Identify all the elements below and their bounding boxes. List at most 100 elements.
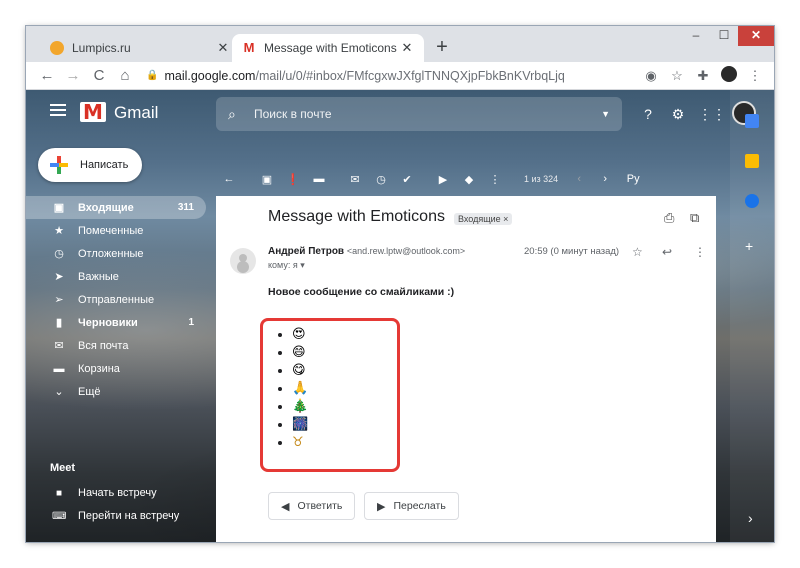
snooze-icon[interactable]: ◷: [368, 173, 394, 186]
back-to-inbox-icon[interactable]: ←: [216, 173, 242, 185]
close-window-button[interactable]: ✕: [738, 26, 774, 46]
tab-gmail-message[interactable]: M Message with Emoticons - and.re ✕: [232, 34, 424, 62]
forward-label: Переслать: [393, 500, 446, 512]
sidebar-item-label: Вся почта: [78, 339, 129, 352]
minimize-button[interactable]: –: [682, 26, 710, 46]
message-pane: Message with Emoticons Входящие × ⎙ ⧉ Ан…: [216, 196, 716, 542]
emoji: 😋: [292, 363, 306, 378]
star-message-icon[interactable]: ☆: [632, 245, 643, 259]
meet-join-meeting[interactable]: ⌨ Перейти на встречу: [52, 505, 179, 527]
tab-close-icon[interactable]: ✕: [216, 40, 230, 56]
reply-label: Ответить: [297, 500, 343, 512]
meet-start-meeting[interactable]: ■ Начать встречу: [52, 482, 157, 504]
tasks-icon[interactable]: [745, 194, 759, 208]
browser-toolbar: ← → C ⌂ 🔒 mail.google.com/mail/u/0/#inbo…: [26, 62, 774, 90]
recipient-details[interactable]: кому: я ▾: [268, 260, 305, 271]
sidebar-item-label: Черновики: [78, 316, 138, 329]
tab-lumpics[interactable]: Lumpics.ru ✕: [40, 34, 240, 62]
eye-icon[interactable]: ◉: [638, 68, 664, 84]
browser-menu-icon[interactable]: ⋮: [742, 68, 768, 84]
sidebar-item-label: Ещё: [78, 385, 101, 398]
sender-email: <and.rew.lptw@outlook.com>: [346, 246, 466, 256]
archive-icon[interactable]: ▣: [254, 173, 280, 186]
sidebar-item-starred[interactable]: ★ Помеченные: [26, 219, 206, 242]
print-icon[interactable]: ⎙: [664, 210, 674, 226]
meet-item-label: Перейти на встречу: [78, 510, 180, 522]
more-actions-icon[interactable]: ⋮: [482, 173, 508, 186]
input-tools[interactable]: Ру: [618, 173, 648, 185]
reply-button[interactable]: ◀ Ответить: [268, 492, 356, 520]
message-subject: Message with Emoticons: [268, 208, 445, 225]
add-to-tasks-icon[interactable]: ✔: [394, 173, 420, 186]
search-input[interactable]: ⌕ Поиск в почте ▼: [216, 97, 622, 131]
chevron-down-icon: ⌄: [54, 386, 64, 398]
older-icon[interactable]: ›: [592, 173, 618, 185]
sidebar-item-snoozed[interactable]: ◷ Отложенные: [26, 242, 206, 265]
list-item: ♉: [278, 434, 308, 452]
reply-icon[interactable]: ↩: [662, 245, 672, 259]
sidebar-item-label: Отправленные: [78, 293, 155, 306]
profile-avatar[interactable]: [716, 66, 742, 85]
add-addon-icon[interactable]: +: [745, 238, 753, 254]
new-tab-button[interactable]: +: [430, 36, 454, 60]
emoji: ♉: [292, 435, 304, 450]
extensions-puzzle-icon[interactable]: ✚: [690, 68, 716, 84]
sidebar-item-label: Отложенные: [78, 247, 144, 260]
bookmark-star-icon[interactable]: ☆: [664, 68, 690, 84]
apps-grid-icon[interactable]: ⋮⋮: [698, 104, 726, 124]
emoji: 🎆: [292, 417, 309, 432]
forward-icon[interactable]: →: [60, 67, 86, 84]
url-host: mail.google.com: [164, 68, 256, 83]
url-path: /mail/u/0/#inbox/FMfcgxwJXfglTNNQXjpFbkB…: [255, 68, 565, 83]
gmail-logo-icon[interactable]: M: [80, 102, 106, 122]
gmail-product-name[interactable]: Gmail: [114, 103, 158, 123]
search-icon[interactable]: ⌕: [228, 106, 248, 123]
sidebar-item-label: Важные: [78, 270, 119, 283]
sender-name: Андрей Петров: [268, 246, 345, 257]
sidebar-item-important[interactable]: ➤ Важные: [26, 265, 206, 288]
open-new-window-icon[interactable]: ⧉: [690, 210, 699, 226]
message-more-icon[interactable]: ⋮: [694, 245, 706, 259]
calendar-icon[interactable]: [745, 114, 759, 128]
settings-gear-icon[interactable]: ⚙: [668, 104, 688, 124]
expand-panel-icon[interactable]: ›: [748, 510, 753, 526]
back-icon[interactable]: ←: [34, 67, 60, 84]
newer-icon[interactable]: ‹: [566, 173, 592, 185]
message-body-text: Новое сообщение со смайликами :): [268, 286, 455, 298]
inbox-label-chip[interactable]: Входящие ×: [454, 213, 513, 225]
list-item: 🎄: [278, 398, 308, 416]
gmail-header: M Gmail ⌕ Поиск в почте ▼ ? ⚙ ⋮⋮: [26, 90, 774, 136]
compose-button[interactable]: Написать: [38, 148, 142, 182]
forward-button[interactable]: ▶ Переслать: [364, 492, 459, 520]
sidebar-item-drafts[interactable]: ▮ Черновики 1: [26, 311, 206, 334]
sidebar-item-sent[interactable]: ➢ Отправленные: [26, 288, 206, 311]
report-spam-icon[interactable]: ❗: [280, 173, 306, 186]
emoji: 🎄: [292, 399, 309, 414]
list-item: 😋: [278, 362, 308, 380]
labels-icon[interactable]: ◆: [456, 173, 482, 186]
emoji: 😄: [292, 345, 306, 360]
maximize-button[interactable]: ☐: [710, 26, 738, 46]
sidebar-item-more[interactable]: ⌄ Ещё: [26, 380, 206, 403]
move-to-icon[interactable]: ▶: [430, 173, 456, 186]
mark-unread-icon[interactable]: ✉: [342, 173, 368, 186]
search-options-icon[interactable]: ▼: [601, 109, 610, 119]
home-icon[interactable]: ⌂: [112, 67, 138, 84]
tab-title: Lumpics.ru: [72, 41, 131, 55]
browser-titlebar: Lumpics.ru ✕ M Message with Emoticons - …: [26, 26, 774, 62]
sidebar-item-trash[interactable]: ▬ Корзина: [26, 357, 206, 380]
keep-icon[interactable]: [745, 154, 759, 168]
sidebar-item-inbox[interactable]: ▣ Входящие 311: [26, 196, 206, 219]
delete-icon[interactable]: ▬: [306, 173, 332, 185]
pager-text: 1 из 324: [524, 174, 559, 184]
main-menu-icon[interactable]: [50, 104, 66, 118]
tab-close-icon[interactable]: ✕: [400, 40, 414, 56]
all-mail-icon: ✉: [54, 340, 64, 352]
list-item: 😍: [278, 326, 308, 344]
gmail-app: M Gmail ⌕ Поиск в почте ▼ ? ⚙ ⋮⋮ Написат…: [26, 90, 774, 542]
reload-icon[interactable]: C: [86, 67, 112, 84]
sidebar-item-all-mail[interactable]: ✉ Вся почта: [26, 334, 206, 357]
star-icon: ★: [54, 225, 64, 237]
address-bar[interactable]: 🔒 mail.google.com/mail/u/0/#inbox/FMfcgx…: [146, 65, 638, 87]
help-icon[interactable]: ?: [638, 104, 658, 124]
